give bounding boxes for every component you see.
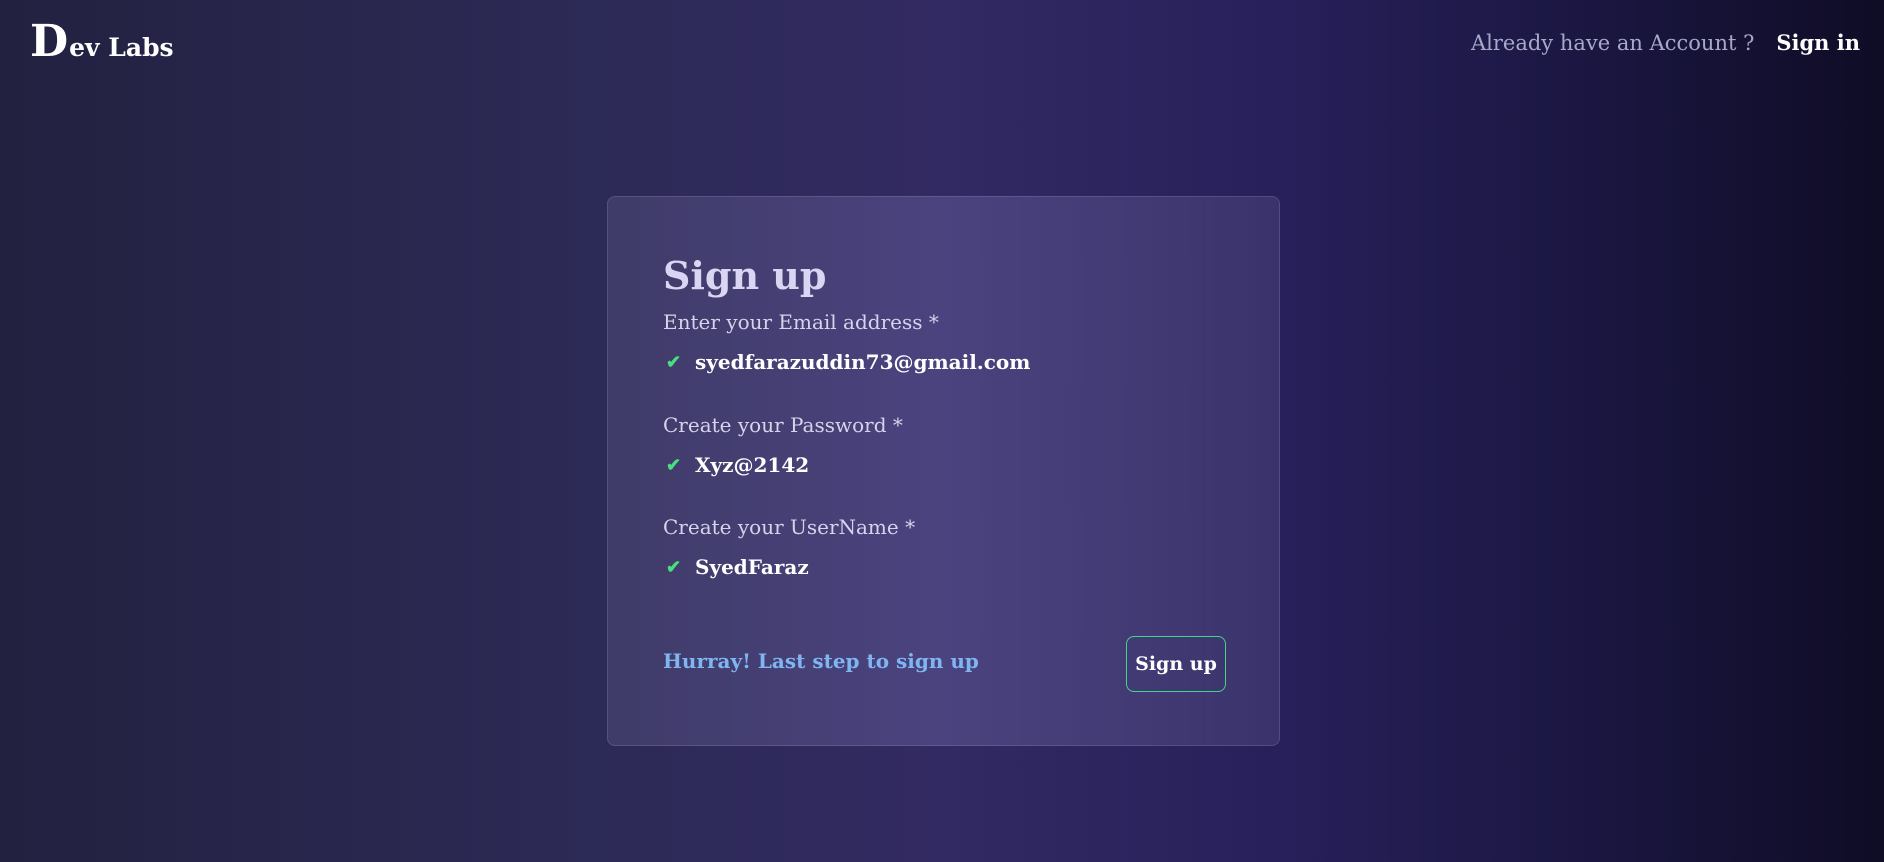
status-message: Hurray! Last step to sign up [663, 649, 979, 673]
logo[interactable]: D ev Labs [30, 20, 174, 64]
email-label: Enter your Email address * [663, 310, 939, 334]
page-title: Sign up [663, 253, 827, 298]
check-icon: ✔ [666, 556, 682, 578]
sign-up-button[interactable]: Sign up [1126, 636, 1226, 692]
check-icon: ✔ [666, 351, 682, 373]
check-icon: ✔ [666, 454, 682, 476]
password-label: Create your Password * [663, 413, 903, 437]
password-field[interactable]: ✔ Xyz@2142 [663, 453, 809, 477]
logo-text: ev Labs [69, 33, 174, 62]
logo-initial: D [30, 16, 69, 67]
username-value: SyedFaraz [695, 555, 809, 579]
username-label: Create your UserName * [663, 515, 916, 539]
password-value: Xyz@2142 [695, 453, 810, 477]
username-field[interactable]: ✔ SyedFaraz [663, 555, 809, 579]
email-value: syedfarazuddin73@gmail.com [695, 350, 1031, 374]
header-account-links: Already have an Account ? Sign in [1471, 30, 1860, 55]
account-prompt: Already have an Account ? [1471, 31, 1755, 55]
signup-card: Sign up Enter your Email address * ✔ sye… [607, 196, 1280, 746]
sign-in-link[interactable]: Sign in [1776, 30, 1860, 55]
email-field[interactable]: ✔ syedfarazuddin73@gmail.com [663, 350, 1030, 374]
